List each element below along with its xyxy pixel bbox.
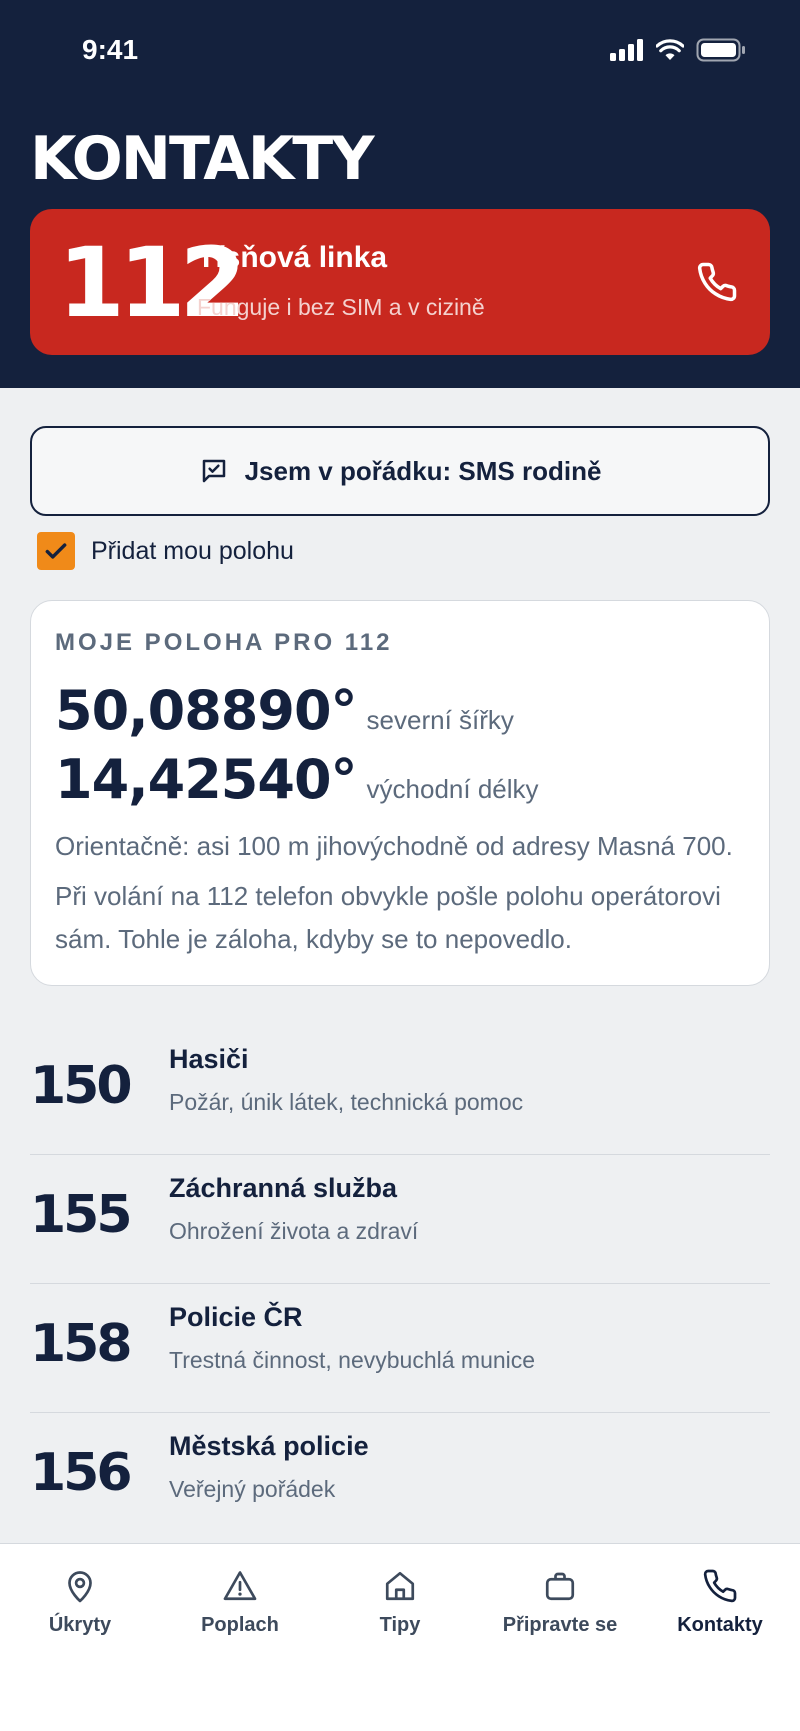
contact-title: Městská policie	[169, 1431, 369, 1461]
emergency-title: Tísňová linka	[197, 241, 388, 274]
header: 9:41 KONTAKTY 112 Tísňová linka Funguje …	[0, 0, 800, 388]
tab-kontakty[interactable]: Kontakty	[640, 1568, 800, 1637]
tab-tipy[interactable]: Tipy	[320, 1568, 480, 1637]
contact-row-mestska-policie[interactable]: 156 Městská policie Veřejný pořádek	[30, 1413, 770, 1542]
contact-title: Policie ČR	[169, 1302, 303, 1332]
tab-label: Poplach	[201, 1614, 279, 1636]
add-location-toggle[interactable]: Přidat mou polohu	[37, 532, 294, 570]
contact-row-policie[interactable]: 158 Policie ČR Trestná činnost, nevybuch…	[30, 1284, 770, 1413]
phone-icon	[697, 262, 737, 302]
location-card-heading: MOJE POLOHA PRO 112	[55, 629, 393, 656]
battery-icon	[696, 38, 745, 62]
home-icon	[385, 1571, 415, 1601]
sms-family-button[interactable]: Jsem v pořádku: SMS rodině	[30, 426, 770, 516]
contacts-list: 150 Hasiči Požár, únik látek, technická …	[30, 1026, 770, 1542]
latitude-row: 50,08890° severní šířky	[55, 679, 514, 742]
tab-poplach[interactable]: Poplach	[160, 1568, 320, 1637]
contact-description: Veřejný pořádek	[169, 1476, 336, 1502]
tab-label: Připravte se	[502, 1614, 618, 1636]
longitude-label: východní délky	[366, 774, 539, 804]
contact-title: Záchranná služba	[169, 1173, 398, 1203]
contact-description: Požár, únik látek, technická pomoc	[169, 1089, 524, 1115]
status-bar: 9:41	[0, 0, 800, 104]
signal-icon	[610, 39, 643, 61]
add-location-label: Přidat mou polohu	[91, 536, 294, 565]
location-approx-text: Orientačně: asi 100 m jihovýchodně od ad…	[55, 831, 733, 861]
page-title: KONTAKTY	[30, 124, 375, 194]
emergency-call-card[interactable]: 112 Tísňová linka Funguje i bez SIM a v …	[30, 209, 770, 355]
tab-label: Tipy	[379, 1614, 421, 1636]
contact-description: Ohrožení života a zdraví	[169, 1218, 419, 1244]
status-time: 9:41	[82, 34, 139, 65]
longitude-value: 14,42540°	[55, 748, 358, 811]
message-icon	[202, 459, 225, 483]
tab-label: Kontakty	[677, 1614, 763, 1636]
tab-bar: Úkryty Poplach Tipy Připravte se Kontakt…	[0, 1543, 800, 1731]
tab-ukryty[interactable]: Úkryty	[0, 1568, 160, 1637]
tab-pripravte-se[interactable]: Připravte se	[480, 1568, 640, 1637]
wifi-icon	[656, 39, 684, 60]
latitude-label: severní šířky	[366, 705, 514, 735]
contact-number: 155	[30, 1185, 133, 1245]
check-icon	[45, 543, 67, 559]
sms-button-label: Jsem v pořádku: SMS rodině	[244, 455, 602, 486]
location-card: MOJE POLOHA PRO 112 50,08890° severní ší…	[30, 600, 770, 986]
contact-description: Trestná činnost, nevybuchlá munice	[169, 1347, 536, 1373]
longitude-row: 14,42540° východní délky	[55, 748, 539, 811]
contact-row-hasici[interactable]: 150 Hasiči Požár, únik látek, technická …	[30, 1026, 770, 1155]
map-pin-icon	[68, 1571, 92, 1603]
contact-number: 156	[30, 1443, 133, 1503]
bag-icon	[545, 1572, 575, 1601]
contact-title: Hasiči	[169, 1044, 249, 1074]
phone-icon	[703, 1569, 737, 1603]
add-location-checkbox[interactable]	[37, 532, 75, 570]
emergency-subtitle: Funguje i bez SIM a v cizině	[197, 294, 485, 320]
tab-label: Úkryty	[48, 1614, 112, 1636]
latitude-value: 50,08890°	[55, 679, 358, 742]
status-icons	[610, 38, 746, 62]
contact-number: 158	[30, 1314, 133, 1374]
location-note-line-1: Při volání na 112 telefon obvykle pošle …	[55, 881, 721, 911]
contact-number: 150	[30, 1056, 133, 1116]
location-note-line-2: sám. Tohle je záloha, kdyby se to nepove…	[55, 924, 572, 954]
warning-icon	[223, 1571, 257, 1601]
contact-row-zachranna-sluzba[interactable]: 155 Záchranná služba Ohrožení života a z…	[30, 1155, 770, 1284]
